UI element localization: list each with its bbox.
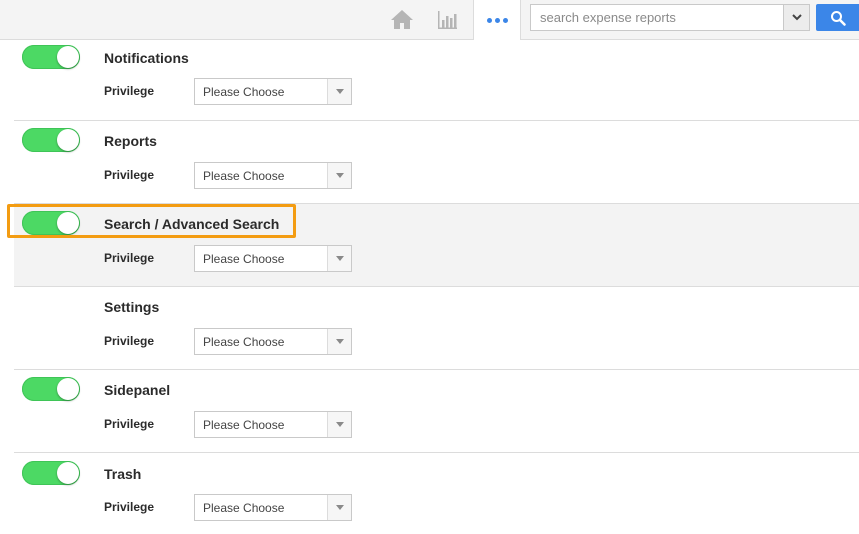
trash-toggle[interactable] bbox=[22, 461, 80, 485]
permission-section-notifications: Notifications Privilege Please Choose bbox=[14, 40, 859, 120]
section-title: Reports bbox=[104, 133, 157, 149]
bar-chart-icon[interactable] bbox=[434, 6, 460, 32]
privilege-select-value: Please Choose bbox=[203, 418, 285, 432]
search-toggle[interactable] bbox=[22, 211, 80, 235]
more-dots-icon bbox=[486, 17, 508, 23]
privilege-label: Privilege bbox=[104, 168, 155, 182]
privilege-label: Privilege bbox=[104, 417, 155, 431]
permission-section-settings: Settings Privilege Please Choose bbox=[14, 286, 859, 369]
privilege-select[interactable]: Please Choose bbox=[194, 494, 352, 521]
privilege-select[interactable]: Please Choose bbox=[194, 245, 352, 272]
section-title: Sidepanel bbox=[104, 382, 171, 398]
permission-section-search: Search / Advanced Search Privilege Pleas… bbox=[14, 203, 859, 286]
home-icon[interactable] bbox=[389, 6, 415, 32]
caret-down-icon bbox=[327, 495, 351, 520]
search-input[interactable] bbox=[531, 5, 792, 30]
search-box bbox=[530, 4, 810, 31]
caret-down-icon bbox=[327, 329, 351, 354]
privilege-select-value: Please Choose bbox=[203, 335, 285, 349]
sidepanel-toggle[interactable] bbox=[22, 377, 80, 401]
permission-section-trash: Trash Privilege Please Choose bbox=[14, 452, 859, 534]
privilege-label: Privilege bbox=[104, 334, 155, 348]
section-title: Trash bbox=[104, 466, 142, 482]
section-title: Search / Advanced Search bbox=[104, 216, 280, 232]
privilege-select-value: Please Choose bbox=[203, 252, 285, 266]
privilege-select-value: Please Choose bbox=[203, 501, 285, 515]
search-dropdown-button[interactable] bbox=[783, 5, 809, 30]
reports-toggle[interactable] bbox=[22, 128, 80, 152]
privilege-select[interactable]: Please Choose bbox=[194, 162, 352, 189]
section-title: Settings bbox=[104, 299, 160, 315]
privilege-select-value: Please Choose bbox=[203, 169, 285, 183]
more-button[interactable] bbox=[473, 0, 521, 40]
search-icon bbox=[830, 10, 846, 26]
permission-section-sidepanel: Sidepanel Privilege Please Choose bbox=[14, 369, 859, 452]
top-toolbar bbox=[0, 0, 859, 40]
chevron-down-icon bbox=[791, 14, 802, 21]
privilege-label: Privilege bbox=[104, 84, 155, 98]
privilege-select[interactable]: Please Choose bbox=[194, 328, 352, 355]
caret-down-icon bbox=[327, 163, 351, 188]
privilege-select[interactable]: Please Choose bbox=[194, 411, 352, 438]
search-button[interactable] bbox=[816, 4, 859, 31]
privilege-select[interactable]: Please Choose bbox=[194, 78, 352, 105]
section-title: Notifications bbox=[104, 50, 189, 66]
privilege-select-value: Please Choose bbox=[203, 85, 285, 99]
caret-down-icon bbox=[327, 412, 351, 437]
privilege-label: Privilege bbox=[104, 251, 155, 265]
notifications-toggle[interactable] bbox=[22, 45, 80, 69]
caret-down-icon bbox=[327, 79, 351, 104]
caret-down-icon bbox=[327, 246, 351, 271]
permission-section-reports: Reports Privilege Please Choose bbox=[14, 120, 859, 203]
privilege-label: Privilege bbox=[104, 500, 155, 514]
